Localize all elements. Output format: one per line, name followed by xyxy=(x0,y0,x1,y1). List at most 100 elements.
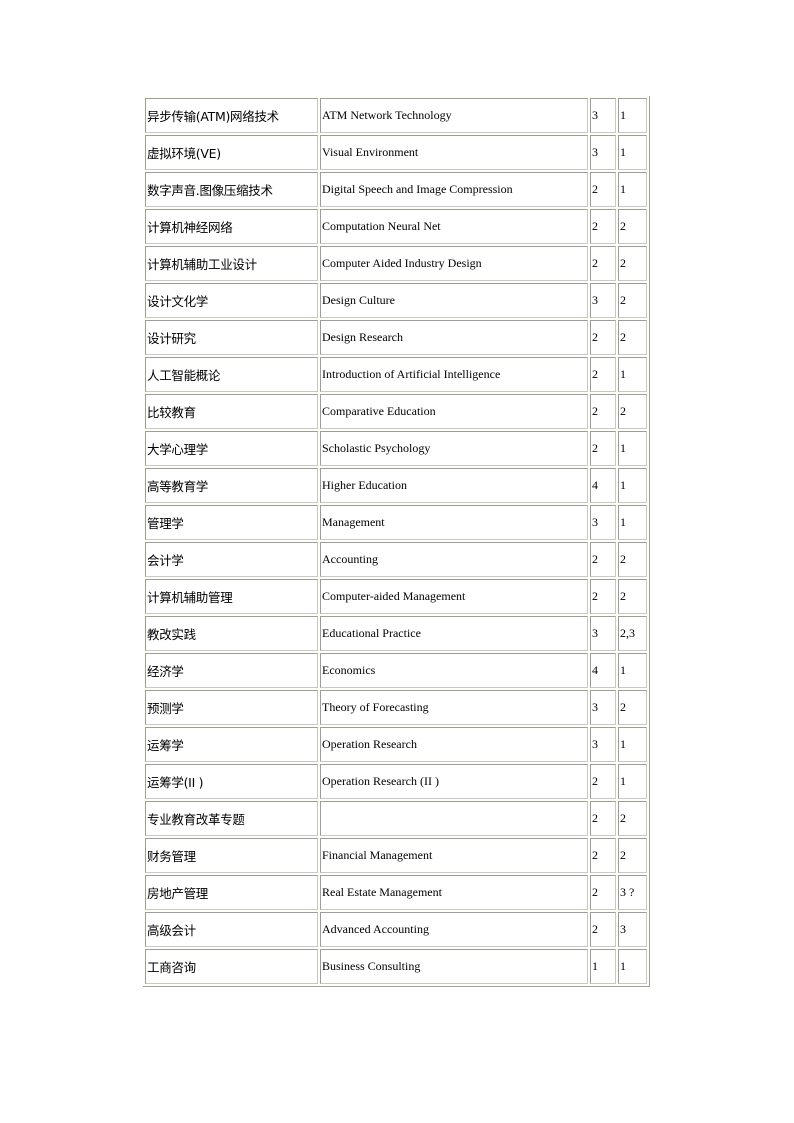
course-name-chinese: 工商咨询 xyxy=(145,949,318,984)
table-row: 计算机神经网络 Computation Neural Net 2 2 xyxy=(145,209,647,244)
table-row: 虚拟环境(VE) Visual Environment 3 1 xyxy=(145,135,647,170)
table-row: 计算机辅助工业设计 Computer Aided Industry Design… xyxy=(145,246,647,281)
course-name-chinese: 异步传输(ATM)网络技术 xyxy=(145,98,318,133)
course-name-chinese: 比较教育 xyxy=(145,394,318,429)
course-name-english: Design Culture xyxy=(320,283,588,318)
document-page: 异步传输(ATM)网络技术 ATM Network Technology 3 1… xyxy=(143,96,650,987)
course-term: 2 xyxy=(618,542,647,577)
course-credits: 3 xyxy=(590,98,616,133)
course-name-chinese: 计算机神经网络 xyxy=(145,209,318,244)
course-credits: 2 xyxy=(590,394,616,429)
course-credits: 1 xyxy=(590,949,616,984)
course-credits: 3 xyxy=(590,727,616,762)
course-term: 2,3 xyxy=(618,616,647,651)
course-name-english: Business Consulting xyxy=(320,949,588,984)
table-row: 会计学 Accounting 2 2 xyxy=(145,542,647,577)
table-row: 教改实践 Educational Practice 3 2,3 xyxy=(145,616,647,651)
course-credits: 3 xyxy=(590,135,616,170)
course-name-chinese: 设计文化学 xyxy=(145,283,318,318)
table-row: 专业教育改革专题 2 2 xyxy=(145,801,647,836)
course-name-chinese: 大学心理学 xyxy=(145,431,318,466)
course-term: 2 xyxy=(618,320,647,355)
course-name-english: Theory of Forecasting xyxy=(320,690,588,725)
course-name-chinese: 人工智能概论 xyxy=(145,357,318,392)
course-term: 1 xyxy=(618,431,647,466)
course-term: 1 xyxy=(618,727,647,762)
course-table: 异步传输(ATM)网络技术 ATM Network Technology 3 1… xyxy=(143,96,650,987)
course-credits: 2 xyxy=(590,764,616,799)
course-name-english: Visual Environment xyxy=(320,135,588,170)
course-term: 1 xyxy=(618,357,647,392)
course-credits: 2 xyxy=(590,320,616,355)
course-name-english xyxy=(320,801,588,836)
table-row: 设计文化学 Design Culture 3 2 xyxy=(145,283,647,318)
course-credits: 2 xyxy=(590,579,616,614)
course-name-english: Computation Neural Net xyxy=(320,209,588,244)
table-row: 运筹学(II ) Operation Research (II ) 2 1 xyxy=(145,764,647,799)
course-name-chinese: 高级会计 xyxy=(145,912,318,947)
table-row: 经济学 Economics 4 1 xyxy=(145,653,647,688)
course-name-chinese: 管理学 xyxy=(145,505,318,540)
table-row: 管理学 Management 3 1 xyxy=(145,505,647,540)
course-name-english: Introduction of Artificial Intelligence xyxy=(320,357,588,392)
course-name-english: Scholastic Psychology xyxy=(320,431,588,466)
course-credits: 2 xyxy=(590,209,616,244)
course-name-chinese: 财务管理 xyxy=(145,838,318,873)
course-name-english: Financial Management xyxy=(320,838,588,873)
course-term: 2 xyxy=(618,838,647,873)
course-name-english: Computer Aided Industry Design xyxy=(320,246,588,281)
course-credits: 3 xyxy=(590,616,616,651)
course-term: 1 xyxy=(618,949,647,984)
course-credits: 2 xyxy=(590,431,616,466)
course-name-chinese: 经济学 xyxy=(145,653,318,688)
course-term: 2 xyxy=(618,283,647,318)
course-credits: 4 xyxy=(590,653,616,688)
table-row: 大学心理学 Scholastic Psychology 2 1 xyxy=(145,431,647,466)
course-name-english: Economics xyxy=(320,653,588,688)
course-name-chinese: 专业教育改革专题 xyxy=(145,801,318,836)
course-credits: 2 xyxy=(590,838,616,873)
course-name-chinese: 教改实践 xyxy=(145,616,318,651)
course-name-english: Digital Speech and Image Compression xyxy=(320,172,588,207)
course-term: 2 xyxy=(618,209,647,244)
course-term: 1 xyxy=(618,505,647,540)
course-credits: 3 xyxy=(590,690,616,725)
course-term: 3 xyxy=(618,912,647,947)
table-row: 财务管理 Financial Management 2 2 xyxy=(145,838,647,873)
course-credits: 2 xyxy=(590,801,616,836)
course-name-chinese: 运筹学(II ) xyxy=(145,764,318,799)
course-name-english: Comparative Education xyxy=(320,394,588,429)
course-term: 2 xyxy=(618,801,647,836)
table-row: 人工智能概论 Introduction of Artificial Intell… xyxy=(145,357,647,392)
course-name-chinese: 设计研究 xyxy=(145,320,318,355)
course-name-chinese: 计算机辅助管理 xyxy=(145,579,318,614)
course-name-chinese: 运筹学 xyxy=(145,727,318,762)
course-credits: 3 xyxy=(590,505,616,540)
table-row: 高级会计 Advanced Accounting 2 3 xyxy=(145,912,647,947)
course-term: 1 xyxy=(618,468,647,503)
course-name-english: Real Estate Management xyxy=(320,875,588,910)
table-row: 房地产管理 Real Estate Management 2 3 ? xyxy=(145,875,647,910)
course-name-english: Computer-aided Management xyxy=(320,579,588,614)
course-name-english: Management xyxy=(320,505,588,540)
course-credits: 2 xyxy=(590,357,616,392)
course-name-english: Accounting xyxy=(320,542,588,577)
course-term: 1 xyxy=(618,764,647,799)
course-term: 2 xyxy=(618,394,647,429)
table-row: 运筹学 Operation Research 3 1 xyxy=(145,727,647,762)
course-credits: 2 xyxy=(590,172,616,207)
course-term: 2 xyxy=(618,246,647,281)
course-term: 1 xyxy=(618,172,647,207)
table-row: 高等教育学 Higher Education 4 1 xyxy=(145,468,647,503)
course-name-chinese: 虚拟环境(VE) xyxy=(145,135,318,170)
course-credits: 2 xyxy=(590,246,616,281)
course-term: 2 xyxy=(618,579,647,614)
course-credits: 3 xyxy=(590,283,616,318)
course-term: 3 ? xyxy=(618,875,647,910)
table-row: 预测学 Theory of Forecasting 3 2 xyxy=(145,690,647,725)
table-row: 计算机辅助管理 Computer-aided Management 2 2 xyxy=(145,579,647,614)
course-credits: 4 xyxy=(590,468,616,503)
course-name-chinese: 高等教育学 xyxy=(145,468,318,503)
course-name-english: Advanced Accounting xyxy=(320,912,588,947)
table-row: 异步传输(ATM)网络技术 ATM Network Technology 3 1 xyxy=(145,98,647,133)
